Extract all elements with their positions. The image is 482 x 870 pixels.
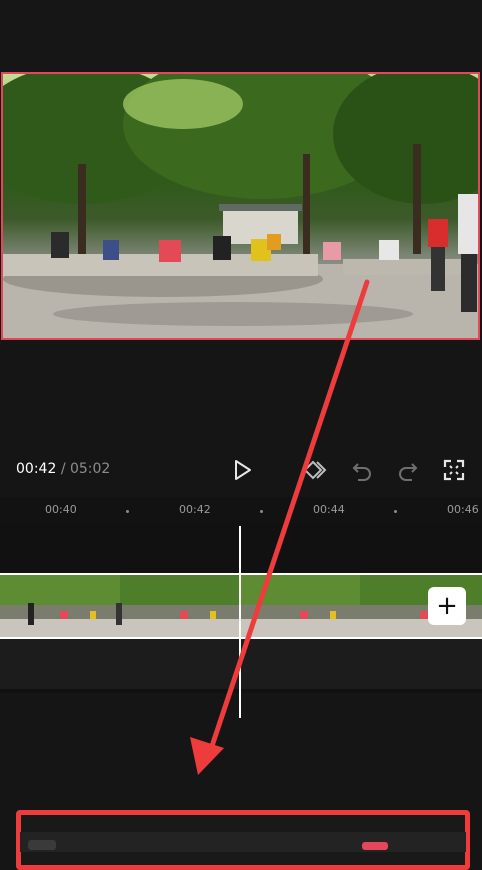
time-display: 00:42 / 05:02	[16, 461, 110, 477]
bottom-toolbar[interactable]	[20, 832, 466, 852]
toolbar-item-right[interactable]	[362, 842, 388, 850]
video-preview[interactable]	[1, 72, 480, 340]
ruler-tick: 00:42	[179, 503, 211, 516]
top-bar	[0, 0, 482, 72]
clip-thumbnails	[0, 575, 482, 637]
play-icon[interactable]	[230, 458, 254, 482]
video-clip[interactable]	[0, 573, 482, 639]
keyframe-icon[interactable]	[303, 458, 327, 482]
ruler-tick: 00:44	[313, 503, 345, 516]
current-time: 00:42	[16, 461, 57, 477]
ruler-tick: 00:40	[45, 503, 77, 516]
player-controls: 00:42 / 05:02	[0, 450, 482, 490]
ruler-tick: 00:46	[447, 503, 479, 516]
ruler-dot	[394, 510, 397, 513]
preview-scene	[3, 74, 478, 338]
playhead[interactable]	[239, 526, 241, 718]
time-separator: /	[60, 461, 66, 477]
add-clip-button[interactable]: +	[428, 587, 466, 625]
ruler-dot	[126, 510, 129, 513]
fullscreen-icon[interactable]	[442, 458, 466, 482]
time-ruler[interactable]: 00:40 00:42 00:44 00:46	[0, 497, 482, 523]
undo-icon[interactable]	[350, 458, 374, 482]
toolbar-item-left[interactable]	[28, 840, 56, 850]
timeline-area[interactable]: +	[0, 523, 482, 693]
total-duration: 05:02	[69, 461, 111, 477]
ruler-dot	[260, 510, 263, 513]
redo-icon[interactable]	[396, 458, 420, 482]
